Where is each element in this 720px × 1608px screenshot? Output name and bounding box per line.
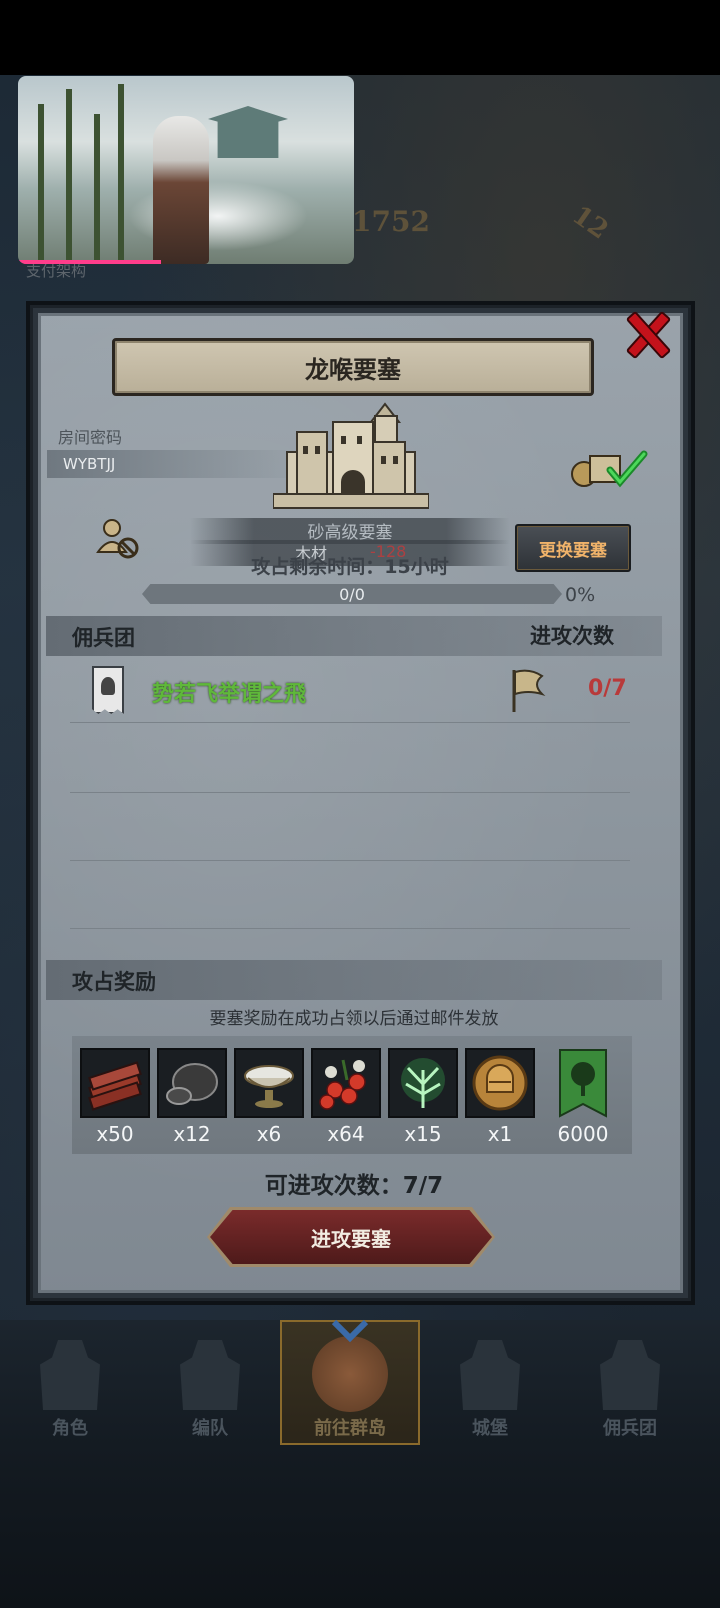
panel-title: 龙喉要塞 bbox=[305, 355, 401, 384]
reward-qty: x15 bbox=[404, 1122, 442, 1146]
reward-note: 要塞奖励在成功占领以后通过邮件发放 bbox=[209, 1009, 499, 1029]
nav-label: 编队 bbox=[192, 1418, 228, 1439]
attack-count-label: 进攻次数 bbox=[530, 624, 614, 648]
knight-helmet-coin-icon bbox=[465, 1048, 535, 1118]
reward-item[interactable]: 6000 bbox=[548, 1048, 618, 1146]
row-divider bbox=[70, 928, 630, 929]
room-code-label: 房间密码 bbox=[58, 428, 123, 447]
row-divider bbox=[70, 722, 630, 723]
bottom-area bbox=[0, 1445, 720, 1608]
resource-collected-icon[interactable] bbox=[570, 448, 648, 488]
close-icon[interactable] bbox=[622, 308, 670, 356]
status-bar bbox=[0, 0, 720, 75]
berries-icon bbox=[311, 1048, 381, 1118]
ore-stone-icon bbox=[157, 1048, 227, 1118]
compass-globe-icon bbox=[312, 1336, 388, 1412]
knight-icon bbox=[40, 1340, 100, 1410]
nav-castle[interactable]: 城堡 bbox=[420, 1320, 560, 1445]
reward-qty: x64 bbox=[327, 1122, 365, 1146]
reward-section-title: 攻占奖励 bbox=[72, 970, 156, 994]
reward-qty: x1 bbox=[487, 1122, 513, 1146]
nav-label: 角色 bbox=[52, 1418, 88, 1439]
nav-mercenary[interactable]: 佣兵团 bbox=[560, 1320, 700, 1445]
row-divider bbox=[70, 860, 630, 861]
green-herb-icon bbox=[388, 1048, 458, 1118]
attack-attempts: 可进攻次数：7/7 bbox=[264, 1173, 444, 1199]
nav-formation[interactable]: 编队 bbox=[140, 1320, 280, 1445]
video-progress-bar bbox=[18, 260, 161, 264]
occupy-progress-percent: 0% bbox=[565, 584, 596, 606]
reward-qty: x50 bbox=[96, 1122, 134, 1146]
reward-item[interactable]: x1 bbox=[465, 1048, 535, 1146]
attack-fortress-button[interactable]: 进攻要塞 bbox=[210, 1210, 492, 1264]
room-code-value[interactable]: WYBTJJ bbox=[47, 450, 307, 478]
tree-banner-icon bbox=[548, 1048, 618, 1118]
change-fortress-label: 更换要塞 bbox=[539, 540, 607, 561]
guild-name[interactable]: 势若飞举谓之飛 bbox=[152, 676, 306, 708]
mercenary-section-title: 佣兵团 bbox=[72, 626, 135, 650]
silver-bowl-icon bbox=[234, 1048, 304, 1118]
reward-item[interactable]: x64 bbox=[311, 1048, 381, 1146]
guild-attack-count: 0/7 bbox=[588, 676, 627, 701]
nav-label: 佣兵团 bbox=[603, 1418, 657, 1439]
nav-character[interactable]: 角色 bbox=[0, 1320, 140, 1445]
video-ad-preview[interactable] bbox=[18, 76, 354, 264]
nav-label: 前往群岛 bbox=[314, 1418, 386, 1439]
remaining-time: 攻占剩余时间：15小时 bbox=[251, 556, 449, 578]
helmet-icon bbox=[180, 1340, 240, 1410]
reward-qty: 6000 bbox=[557, 1122, 609, 1146]
reward-item[interactable]: x50 bbox=[80, 1048, 150, 1146]
panel-title-bar: 龙喉要塞 bbox=[112, 338, 594, 396]
no-player-icon[interactable] bbox=[96, 516, 140, 560]
map-number: 1752 bbox=[352, 205, 430, 238]
change-fortress-button[interactable]: 更换要塞 bbox=[515, 524, 631, 572]
castle-icon bbox=[273, 402, 429, 509]
guild-hall-icon bbox=[600, 1340, 660, 1410]
guild-emblem-icon bbox=[92, 666, 124, 714]
reward-qty: x12 bbox=[173, 1122, 211, 1146]
reward-item[interactable]: x6 bbox=[234, 1048, 304, 1146]
reward-qty: x6 bbox=[256, 1122, 282, 1146]
nav-label: 城堡 bbox=[472, 1418, 508, 1439]
flag-icon bbox=[512, 669, 546, 712]
castle-tower-icon bbox=[460, 1340, 520, 1410]
attack-fortress-label: 进攻要塞 bbox=[311, 1226, 391, 1251]
character-figure bbox=[153, 116, 209, 264]
occupy-progress-text: 0/0 bbox=[339, 585, 365, 604]
wood-planks-icon bbox=[80, 1048, 150, 1118]
reward-item[interactable]: x15 bbox=[388, 1048, 458, 1146]
reward-item[interactable]: x12 bbox=[157, 1048, 227, 1146]
chevron-down-icon bbox=[331, 1319, 369, 1343]
temple-image bbox=[208, 106, 288, 158]
row-divider bbox=[70, 792, 630, 793]
